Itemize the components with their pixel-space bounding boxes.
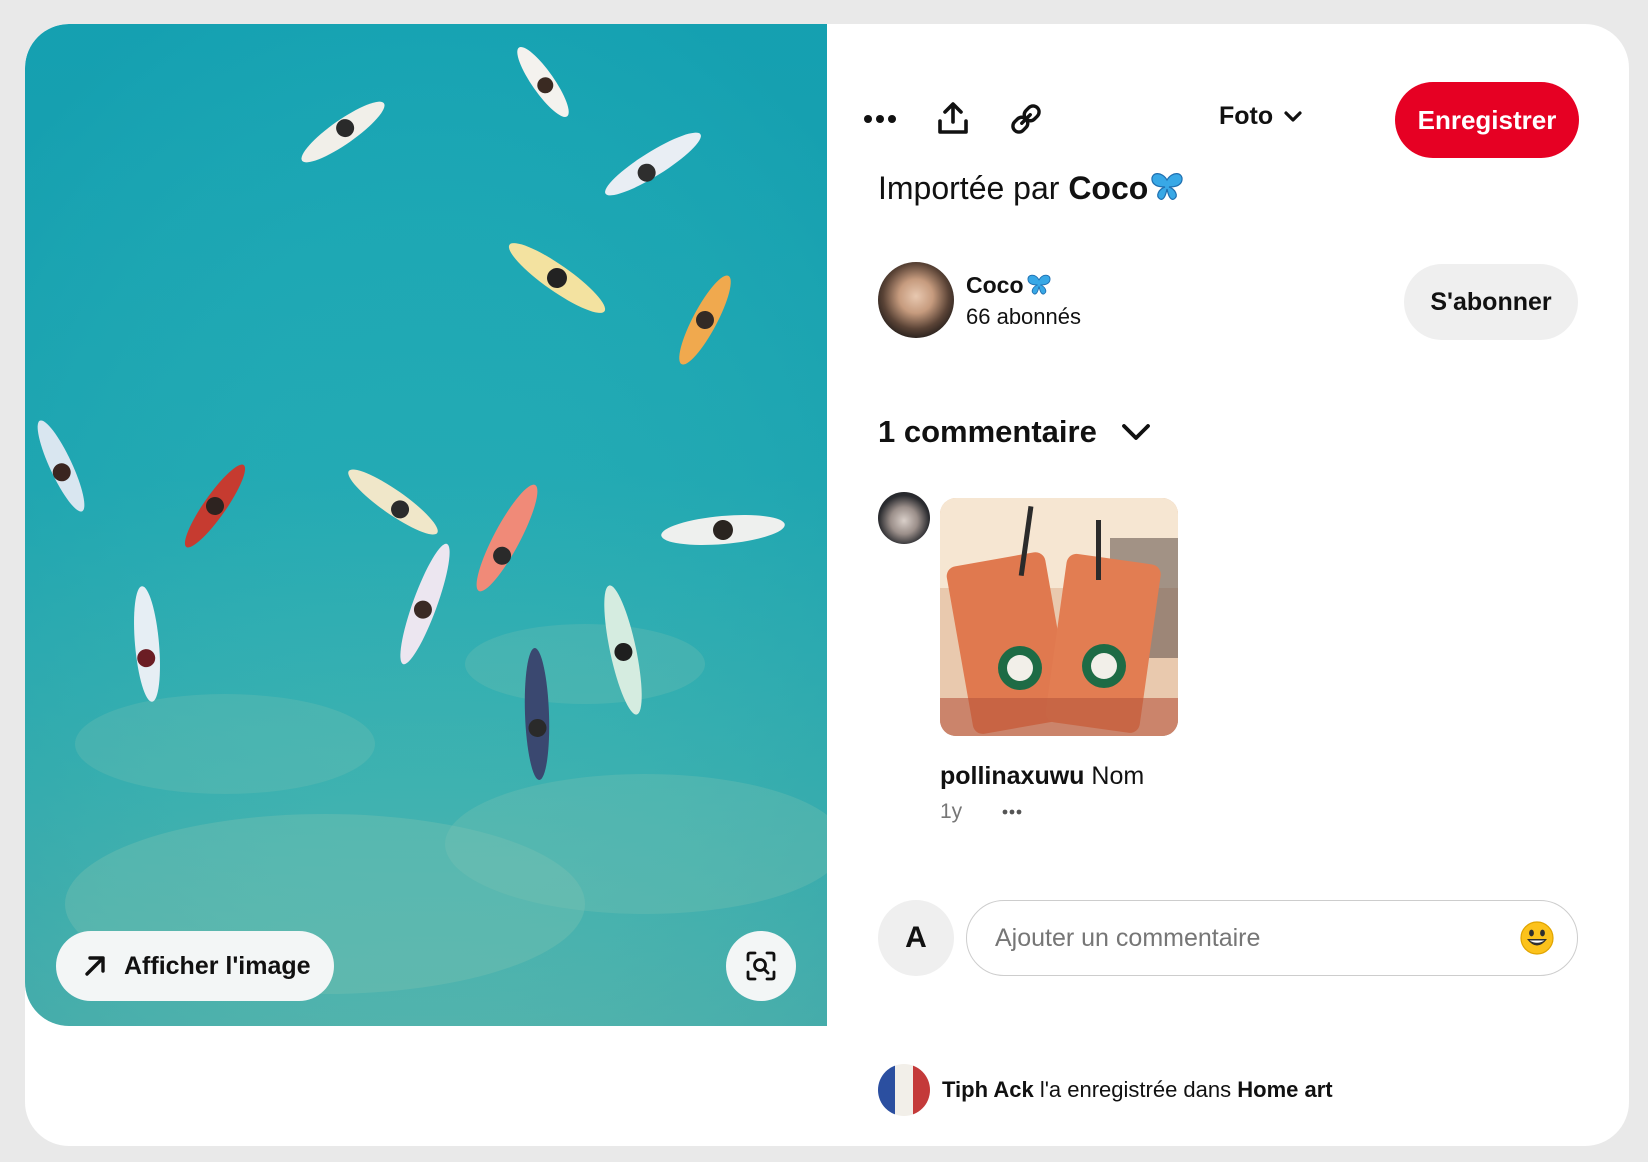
pin-image[interactable]: Afficher l'image <box>25 24 827 1026</box>
current-user-avatar[interactable]: A <box>878 900 954 976</box>
copy-link-button[interactable] <box>1001 94 1051 144</box>
imported-by-prefix: Importée par <box>878 170 1060 206</box>
add-comment-row: A <box>878 900 1578 976</box>
board-select-label: Foto <box>1219 102 1274 130</box>
comment-field[interactable] <box>966 900 1578 976</box>
chevron-down-icon <box>1284 110 1302 122</box>
comment-time: 1y <box>940 800 963 823</box>
share-upload-icon <box>938 102 968 134</box>
imported-by-user[interactable]: Coco <box>1068 170 1148 206</box>
surfers-photo <box>25 24 827 1026</box>
commenter-avatar[interactable] <box>878 492 930 544</box>
board-select[interactable]: Foto <box>1219 102 1303 131</box>
comment-more-button[interactable] <box>1002 809 1022 815</box>
pin-toolbar: Foto Enregistrer <box>855 82 1579 158</box>
show-image-button[interactable]: Afficher l'image <box>56 931 334 1001</box>
comment-item: pollinaxuwu Nom 1y <box>878 492 1578 832</box>
share-button[interactable] <box>928 94 978 144</box>
comment-input[interactable] <box>995 923 1517 953</box>
comments-count: 1 commentaire <box>878 414 1097 449</box>
creator-followers: 66 abonnés <box>966 304 1081 329</box>
butterfly-emoji-icon <box>1027 274 1050 295</box>
comment-photo[interactable] <box>940 498 1178 736</box>
creator-avatar[interactable] <box>878 262 954 338</box>
chevron-down-icon <box>1121 424 1150 440</box>
creator-name-text: Coco <box>966 272 1024 298</box>
iced-drinks-photo <box>940 498 1178 736</box>
comment-body: Nom <box>1091 762 1145 790</box>
creator-name[interactable]: Coco <box>966 272 1052 299</box>
commenter-name[interactable]: pollinaxuwu <box>940 762 1084 790</box>
comment-meta: 1y <box>940 800 1022 824</box>
saved-by-line: Tiph Ack l'a enregistrée dans Home art <box>878 1064 1333 1116</box>
more-options-button[interactable] <box>855 94 905 144</box>
saved-board-name[interactable]: Home art <box>1237 1077 1332 1102</box>
saved-by-text: l'a enregistrée dans <box>1039 1077 1232 1102</box>
save-button[interactable]: Enregistrer <box>1395 82 1579 158</box>
lens-search-icon <box>746 951 776 981</box>
visual-search-button[interactable] <box>726 931 796 1001</box>
arrow-up-right-icon <box>85 956 105 976</box>
subscribe-button[interactable]: S'abonner <box>1404 264 1578 340</box>
comments-toggle[interactable]: 1 commentaire <box>878 414 1151 450</box>
smiley-emoji-icon <box>1520 921 1554 955</box>
more-dots-icon <box>864 115 896 123</box>
saver-name[interactable]: Tiph Ack <box>942 1077 1034 1102</box>
more-dots-icon <box>1002 809 1022 815</box>
comment-text: pollinaxuwu Nom <box>940 762 1144 791</box>
show-image-label: Afficher l'image <box>124 951 311 980</box>
butterfly-emoji-icon <box>1151 173 1183 200</box>
link-icon <box>1011 104 1041 134</box>
saver-avatar[interactable] <box>878 1064 930 1116</box>
imported-by: Importée par Coco <box>878 170 1184 207</box>
emoji-button[interactable] <box>1517 918 1557 958</box>
creator-row: Coco 66 abonnés S'abonner <box>878 262 1578 340</box>
